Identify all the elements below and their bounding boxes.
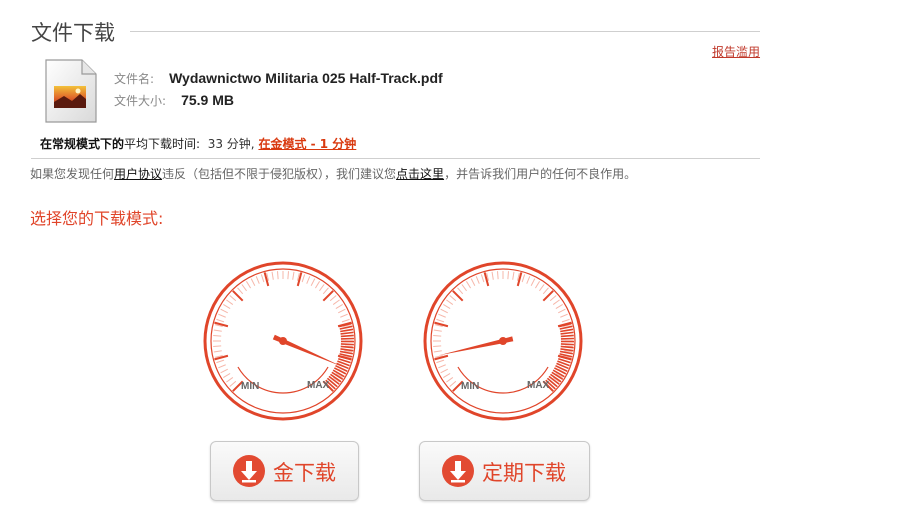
regular-time-value: 33 分钟, bbox=[207, 137, 255, 151]
header-divider bbox=[130, 31, 760, 32]
gauge-min-label: MIN bbox=[461, 381, 479, 392]
gauge-band-tick bbox=[497, 271, 499, 280]
notice-middle: 违反（包括但不限于侵犯版权），我们建议您 bbox=[162, 167, 397, 181]
gauge-min-label: MIN bbox=[241, 381, 259, 392]
pdf-file-icon bbox=[45, 59, 97, 123]
page-title: 文件下载 bbox=[31, 21, 115, 45]
avg-time-label: 平均下载时间: bbox=[124, 137, 201, 151]
gauge-band-tick bbox=[433, 335, 442, 337]
gauge-needle-hub bbox=[499, 337, 507, 345]
notice-suffix: ，并告诉我们用户的任何不良作用。 bbox=[444, 167, 637, 181]
file-name-label: 文件名: bbox=[114, 72, 155, 86]
file-size-row: 文件大小: 75.9 MB bbox=[114, 90, 234, 109]
choose-mode-heading: 选择您的下载模式: bbox=[30, 209, 164, 228]
download-time-row: 在常规模式下的平均下载时间: 33 分钟, 在金模式 - 1 分钟 bbox=[40, 135, 356, 152]
file-size: 75.9 MB bbox=[181, 92, 235, 108]
regular-mode-label: 在常规模式下的 bbox=[40, 137, 125, 151]
file-name: Wydawnictwo Militaria 025 Half-Track.pdf bbox=[169, 70, 443, 86]
gauge-redzone-tick bbox=[340, 343, 354, 346]
gold-download-label: 金下载 bbox=[273, 461, 336, 485]
gold-mode-link[interactable]: 在金模式 - 1 分钟 bbox=[258, 137, 356, 151]
scheduled-download-label: 定期下载 bbox=[482, 461, 566, 485]
gauge-redzone-tick bbox=[560, 343, 574, 346]
abuse-notice: 如果您发现任何用户协议违反（包括但不限于侵犯版权），我们建议您点击这里，并告诉我… bbox=[30, 165, 636, 182]
section-divider bbox=[31, 158, 760, 159]
gauge-redzone-tick bbox=[340, 334, 354, 338]
gauge-band-tick bbox=[277, 271, 279, 280]
gold-download-button[interactable]: 金下载 bbox=[210, 441, 359, 501]
gauge-band-tick bbox=[213, 345, 222, 347]
user-agreement-link[interactable]: 用户协议 bbox=[114, 167, 162, 181]
click-here-link[interactable]: 点击这里 bbox=[396, 167, 444, 181]
scheduled-download-button[interactable]: 定期下载 bbox=[419, 441, 590, 501]
file-size-label: 文件大小: bbox=[114, 94, 167, 108]
gauge-redzone-tick bbox=[560, 334, 574, 338]
regular-speed-gauge: MIN MAX bbox=[423, 261, 583, 421]
gauge-band-tick bbox=[507, 271, 509, 280]
gauge-band-tick bbox=[287, 271, 289, 280]
report-abuse-link[interactable]: 报告滥用 bbox=[712, 43, 760, 60]
gold-speed-gauge: MIN MAX bbox=[203, 261, 363, 421]
gauge-band-tick bbox=[213, 335, 222, 337]
download-arrow-icon bbox=[233, 455, 265, 487]
gauge-max-label: MAX bbox=[307, 380, 330, 391]
notice-prefix: 如果您发现任何 bbox=[30, 167, 115, 181]
file-name-row: 文件名: Wydawnictwo Militaria 025 Half-Trac… bbox=[114, 68, 443, 87]
gauge-band-tick bbox=[433, 345, 442, 347]
gauge-needle-hub bbox=[279, 337, 287, 345]
download-arrow-icon bbox=[442, 455, 474, 487]
gauge-max-label: MAX bbox=[527, 380, 550, 391]
